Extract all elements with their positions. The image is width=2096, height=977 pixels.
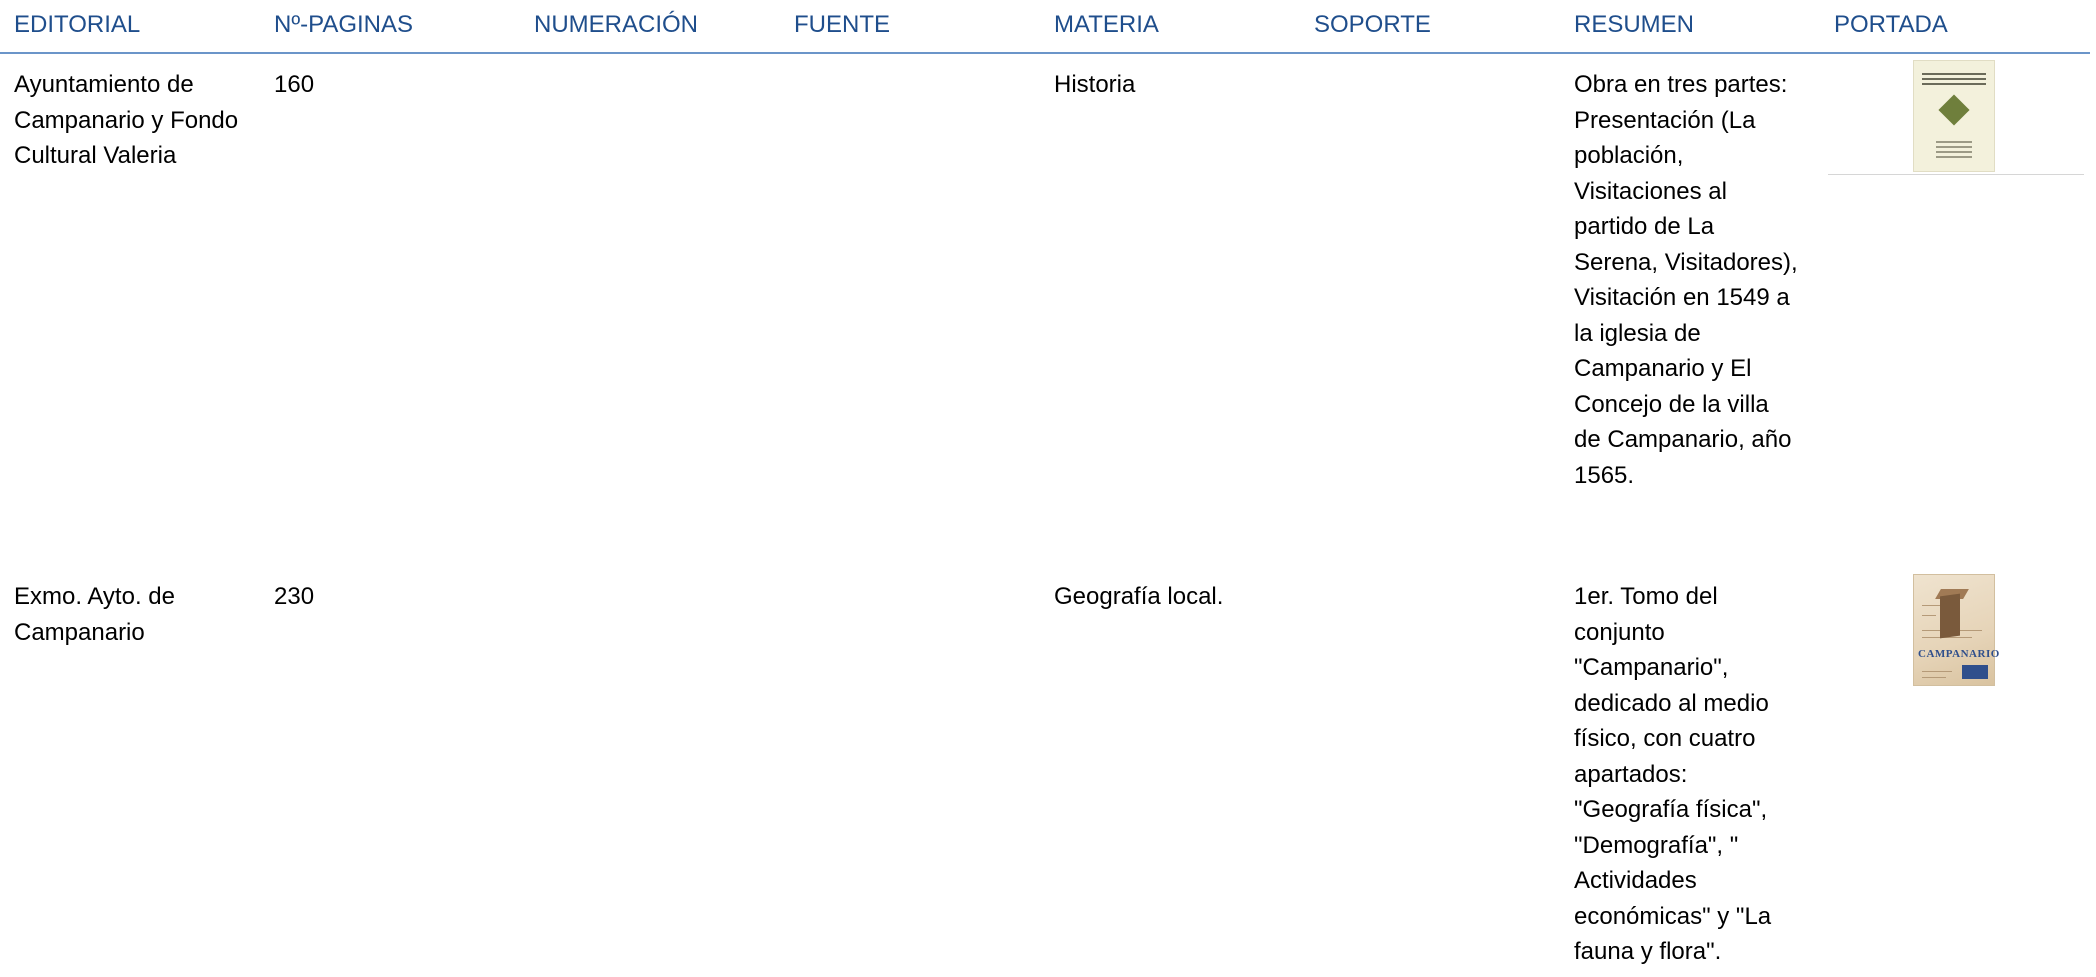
table-row: Exmo. Ayto. de Campanario 230 Geografía … <box>0 574 2090 974</box>
cell-portada: CAMPANARIO <box>1828 572 2084 688</box>
cell-paginas: 160 <box>274 71 315 98</box>
column-header-portada[interactable]: PORTADA <box>1834 10 2086 40</box>
column-header-materia[interactable]: MATERIA <box>1054 10 1294 40</box>
column-header-editorial[interactable]: EDITORIAL <box>14 10 254 40</box>
cell-materia: Historia <box>1054 71 1136 98</box>
cell-paginas: 230 <box>274 583 315 610</box>
column-header-resumen[interactable]: RESUMEN <box>1574 10 1804 40</box>
books-table: EDITORIAL Nº-PAGINAS NUMERACIÓN FUENTE M… <box>0 0 2090 974</box>
column-header-numeracion[interactable]: NUMERACIÓN <box>534 10 774 40</box>
table-row: Ayuntamiento de Campanario y Fondo Cultu… <box>0 54 2090 574</box>
column-header-fuente[interactable]: FUENTE <box>794 10 1034 40</box>
column-header-paginas[interactable]: Nº-PAGINAS <box>274 10 504 40</box>
cell-portada <box>1828 58 2084 175</box>
book-cover-image[interactable]: CAMPANARIO <box>1913 574 2000 686</box>
table-header: EDITORIAL Nº-PAGINAS NUMERACIÓN FUENTE M… <box>0 0 2090 54</box>
cell-resumen: 1er. Tomo del conjunto "Campanario", ded… <box>1574 583 1772 965</box>
column-header-soporte[interactable]: SOPORTE <box>1314 10 1554 40</box>
cell-materia: Geografía local. <box>1054 583 1224 610</box>
cell-resumen: Obra en tres partes: Presentación (La po… <box>1574 71 1798 489</box>
book-cover-image[interactable] <box>1913 60 1995 172</box>
cell-editorial: Exmo. Ayto. de Campanario <box>14 583 175 646</box>
cell-editorial: Ayuntamiento de Campanario y Fondo Cultu… <box>14 71 239 169</box>
cover-title: CAMPANARIO <box>1918 648 2000 660</box>
